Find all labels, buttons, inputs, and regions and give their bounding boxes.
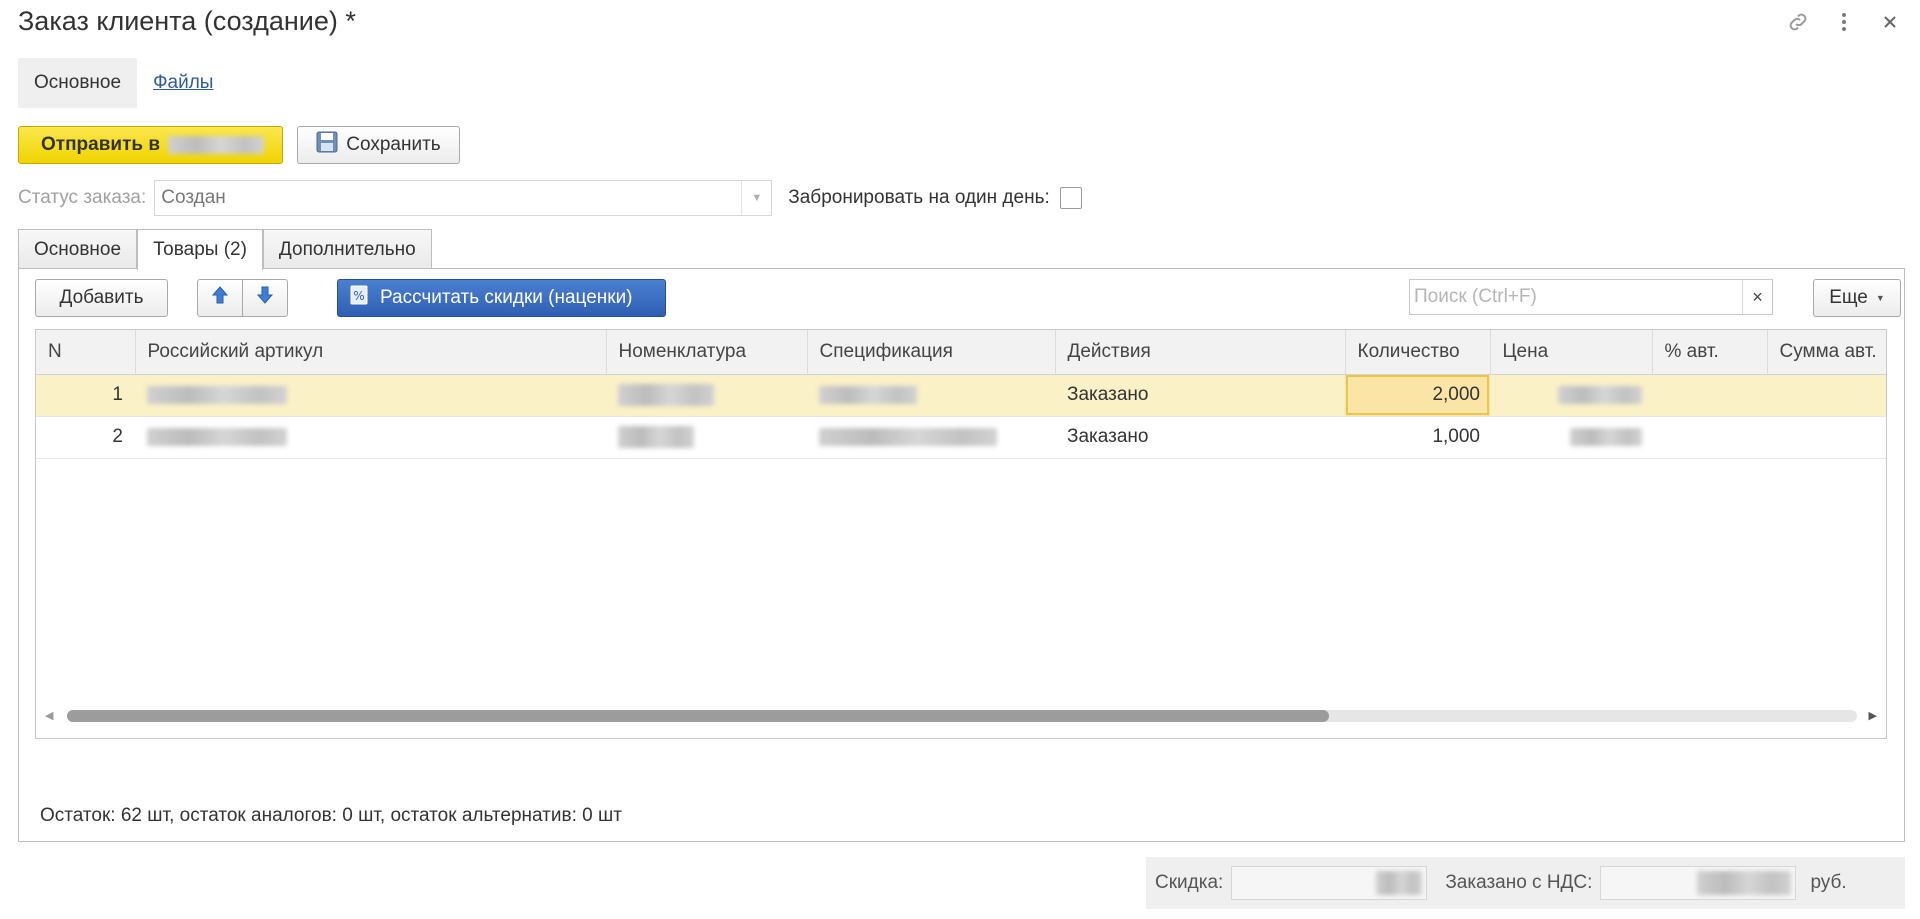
action-cell[interactable]: Заказано bbox=[1055, 374, 1345, 417]
stock-info: Остаток: 62 шт, остаток аналогов: 0 шт, … bbox=[40, 805, 622, 826]
clear-search-icon[interactable]: × bbox=[1742, 280, 1772, 314]
currency-label: руб. bbox=[1810, 872, 1847, 893]
redacted-text bbox=[618, 425, 694, 448]
redacted-text bbox=[168, 136, 265, 154]
floppy-disk-icon bbox=[316, 131, 338, 159]
column-header-actions[interactable]: Действия bbox=[1055, 330, 1346, 375]
reserve-label: Забронировать на один день: bbox=[788, 187, 1050, 208]
article-cell[interactable] bbox=[135, 374, 606, 417]
tab-strip: Основное Товары (2) Дополнительно bbox=[18, 229, 432, 270]
column-header-auto-sum[interactable]: Сумма авт. bbox=[1767, 330, 1886, 375]
send-button-label: Отправить в bbox=[41, 134, 161, 155]
redacted-text bbox=[1697, 871, 1792, 895]
nav-files-link[interactable]: Файлы bbox=[137, 58, 229, 108]
calculate-discounts-label: Рассчитать скидки (наценки) bbox=[380, 287, 633, 308]
specification-cell[interactable] bbox=[807, 416, 1055, 459]
redacted-text bbox=[147, 385, 287, 404]
reserve-checkbox[interactable] bbox=[1059, 187, 1082, 209]
close-icon[interactable] bbox=[1876, 8, 1904, 36]
table-header-row: N Российский артикул Номенклатура Специф… bbox=[36, 330, 1886, 375]
redacted-text bbox=[618, 383, 714, 406]
auto-percent-cell[interactable] bbox=[1652, 416, 1767, 459]
column-header-price[interactable]: Цена bbox=[1490, 330, 1653, 375]
table-row[interactable]: 2 Заказано 1,000 bbox=[36, 416, 1886, 459]
redacted-text bbox=[147, 427, 287, 446]
row-number: 1 bbox=[36, 374, 135, 417]
quantity-cell[interactable]: 2,000 bbox=[1345, 374, 1490, 417]
auto-sum-cell[interactable] bbox=[1767, 416, 1886, 459]
window-controls bbox=[1784, 8, 1904, 36]
price-cell[interactable] bbox=[1490, 374, 1652, 417]
move-down-button[interactable] bbox=[242, 279, 288, 317]
save-button-label: Сохранить bbox=[346, 134, 441, 155]
status-row: Статус заказа: Создан ▼ Забронировать на… bbox=[18, 180, 1082, 216]
form-navigation: Основное Файлы bbox=[18, 58, 229, 108]
auto-sum-cell[interactable] bbox=[1767, 374, 1886, 417]
column-header-quantity[interactable]: Количество bbox=[1345, 330, 1491, 375]
redacted-text bbox=[819, 427, 997, 446]
redacted-text bbox=[1376, 871, 1423, 895]
action-cell[interactable]: Заказано bbox=[1055, 416, 1345, 459]
column-header-n[interactable]: N bbox=[36, 330, 136, 375]
search-box: × bbox=[1409, 279, 1773, 315]
column-header-nomenclature[interactable]: Номенклатура bbox=[606, 330, 808, 375]
auto-percent-cell[interactable] bbox=[1652, 374, 1767, 417]
search-input[interactable] bbox=[1410, 280, 1742, 314]
command-bar: Отправить в Сохранить bbox=[18, 126, 460, 164]
status-value: Создан bbox=[161, 187, 226, 208]
chevron-down-icon[interactable]: ▼ bbox=[741, 181, 771, 215]
goods-panel: Добавить % Рассчитать скидки (наценки) ×… bbox=[18, 268, 1905, 842]
column-header-specification[interactable]: Спецификация bbox=[807, 330, 1056, 375]
add-button[interactable]: Добавить bbox=[35, 279, 168, 317]
more-button[interactable]: Еще ▼ bbox=[1813, 279, 1901, 317]
row-number: 2 bbox=[36, 416, 135, 459]
nav-main[interactable]: Основное bbox=[18, 58, 138, 108]
status-label: Статус заказа: bbox=[18, 187, 147, 208]
discount-field bbox=[1231, 866, 1428, 900]
specification-cell[interactable] bbox=[807, 374, 1055, 417]
redacted-text bbox=[819, 385, 917, 404]
move-up-button[interactable] bbox=[197, 279, 243, 317]
totals-bar: Скидка: Заказано с НДС: руб. bbox=[1146, 857, 1905, 909]
svg-text:%: % bbox=[353, 289, 364, 303]
chevron-down-icon: ▼ bbox=[1875, 293, 1885, 303]
column-header-auto-percent[interactable]: % авт. bbox=[1652, 330, 1768, 375]
more-vertical-icon[interactable] bbox=[1830, 8, 1858, 36]
ordered-vat-field bbox=[1600, 866, 1797, 900]
send-button[interactable]: Отправить в bbox=[18, 126, 283, 164]
horizontal-scrollbar[interactable]: ◀ ▶ bbox=[35, 703, 1887, 729]
scrollbar-thumb[interactable] bbox=[67, 710, 1329, 722]
discount-label: Скидка: bbox=[1155, 872, 1224, 893]
calculate-discounts-button[interactable]: % Рассчитать скидки (наценки) bbox=[337, 279, 666, 317]
price-cell[interactable] bbox=[1490, 416, 1652, 459]
redacted-text bbox=[1558, 385, 1642, 404]
percent-icon: % bbox=[350, 285, 368, 311]
article-cell[interactable] bbox=[135, 416, 606, 459]
save-button[interactable]: Сохранить bbox=[297, 126, 460, 164]
page-title: Заказ клиента (создание) * bbox=[18, 6, 356, 36]
quantity-cell[interactable]: 1,000 bbox=[1345, 416, 1490, 459]
nomenclature-cell[interactable] bbox=[606, 374, 807, 417]
tab-main[interactable]: Основное bbox=[18, 229, 138, 269]
scroll-left-icon[interactable]: ◀ bbox=[45, 709, 53, 722]
arrow-down-icon bbox=[256, 285, 274, 311]
nomenclature-cell[interactable] bbox=[606, 416, 807, 459]
more-button-label: Еще bbox=[1829, 287, 1868, 308]
goods-table: N Российский артикул Номенклатура Специф… bbox=[35, 329, 1887, 739]
scroll-right-icon[interactable]: ▶ bbox=[1869, 709, 1877, 722]
redacted-text bbox=[1570, 427, 1642, 446]
table-row[interactable]: 1 Заказано 2,000 bbox=[36, 374, 1886, 417]
goods-toolbar: Добавить % Рассчитать скидки (наценки) ×… bbox=[35, 279, 1901, 317]
column-header-article[interactable]: Российский артикул bbox=[135, 330, 607, 375]
arrow-up-icon bbox=[211, 285, 229, 311]
ordered-vat-label: Заказано с НДС: bbox=[1445, 872, 1593, 893]
status-select[interactable]: Создан ▼ bbox=[154, 180, 773, 216]
tab-additional[interactable]: Дополнительно bbox=[262, 229, 432, 269]
tab-goods[interactable]: Товары (2) bbox=[137, 229, 263, 270]
link-icon[interactable] bbox=[1784, 8, 1812, 36]
